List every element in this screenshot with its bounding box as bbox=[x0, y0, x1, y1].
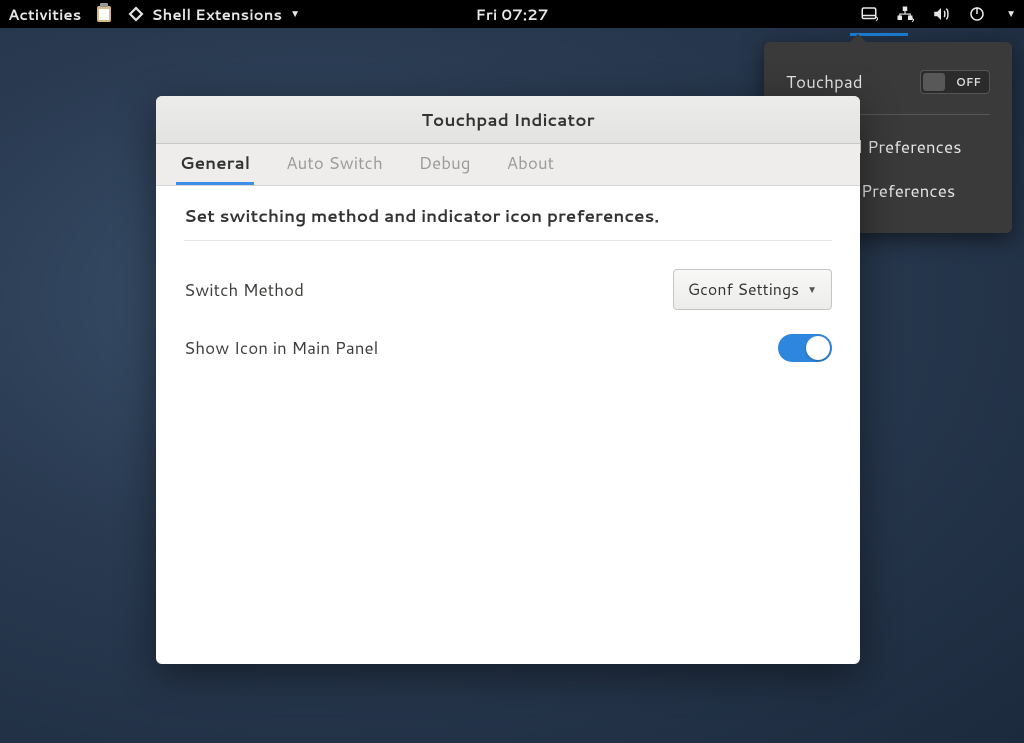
tab-about[interactable]: About bbox=[503, 144, 559, 185]
chevron-down-icon: ▼ bbox=[290, 7, 300, 21]
show-icon-switch[interactable] bbox=[778, 334, 832, 362]
power-icon bbox=[968, 5, 986, 23]
volume-icon bbox=[932, 5, 950, 23]
touchpad-toggle-state: OFF bbox=[956, 74, 981, 90]
tab-general[interactable]: General bbox=[176, 144, 254, 185]
network-indicator[interactable]: ✕ bbox=[896, 5, 914, 23]
row-switch-method: Switch Method Gconf Settings ▼ bbox=[184, 257, 832, 322]
tab-auto-switch[interactable]: Auto Switch bbox=[282, 144, 387, 185]
top-bar-left: Activities Shell Extensions ▼ bbox=[8, 4, 300, 25]
switch-method-combo[interactable]: Gconf Settings ▼ bbox=[673, 269, 832, 310]
clipboard-indicator[interactable] bbox=[97, 6, 111, 22]
extensions-icon bbox=[127, 5, 145, 23]
dialog-tabbar: General Auto Switch Debug About bbox=[156, 144, 860, 186]
preferences-dialog: Touchpad Indicator General Auto Switch D… bbox=[156, 96, 860, 664]
touchpad-toggle[interactable]: OFF bbox=[920, 70, 990, 94]
switch-method-value: Gconf Settings bbox=[688, 278, 799, 301]
activities-label: Activities bbox=[8, 4, 81, 25]
top-bar: Activities Shell Extensions ▼ Fri 07:27 … bbox=[0, 0, 1024, 28]
clipboard-icon bbox=[97, 6, 111, 22]
row-show-icon: Show Icon in Main Panel bbox=[184, 322, 832, 374]
activities-button[interactable]: Activities bbox=[8, 4, 81, 25]
touchpad-icon: ✕ bbox=[860, 5, 878, 23]
tab-debug-label: Debug bbox=[419, 151, 471, 175]
popup-touchpad-label: Touchpad bbox=[786, 70, 863, 94]
tab-debug[interactable]: Debug bbox=[415, 144, 475, 185]
volume-indicator[interactable] bbox=[932, 5, 950, 23]
section-description: Set switching method and indicator icon … bbox=[184, 204, 832, 241]
chevron-down-icon: ▼ bbox=[807, 283, 817, 297]
clock[interactable]: Fri 07:27 bbox=[476, 4, 549, 25]
dialog-content: Set switching method and indicator icon … bbox=[156, 186, 860, 392]
app-menu-label: Shell Extensions bbox=[151, 4, 282, 25]
dialog-titlebar[interactable]: Touchpad Indicator bbox=[156, 96, 860, 144]
tab-general-label: General bbox=[180, 151, 250, 175]
top-bar-right: ✕ ✕ ▼ bbox=[860, 5, 1016, 23]
show-icon-label: Show Icon in Main Panel bbox=[184, 336, 378, 360]
app-menu[interactable]: Shell Extensions ▼ bbox=[127, 4, 300, 25]
clock-label: Fri 07:27 bbox=[476, 4, 549, 25]
svg-text:✕: ✕ bbox=[875, 15, 878, 24]
power-indicator[interactable] bbox=[968, 5, 986, 23]
switch-method-label: Switch Method bbox=[184, 278, 304, 302]
tab-auto-switch-label: Auto Switch bbox=[286, 151, 383, 175]
svg-text:✕: ✕ bbox=[911, 16, 914, 23]
dialog-title: Touchpad Indicator bbox=[422, 108, 595, 132]
network-icon: ✕ bbox=[896, 5, 914, 23]
chevron-down-icon: ▼ bbox=[1006, 7, 1016, 21]
touchpad-indicator-tray[interactable]: ✕ bbox=[860, 5, 878, 23]
tab-about-label: About bbox=[507, 151, 555, 175]
